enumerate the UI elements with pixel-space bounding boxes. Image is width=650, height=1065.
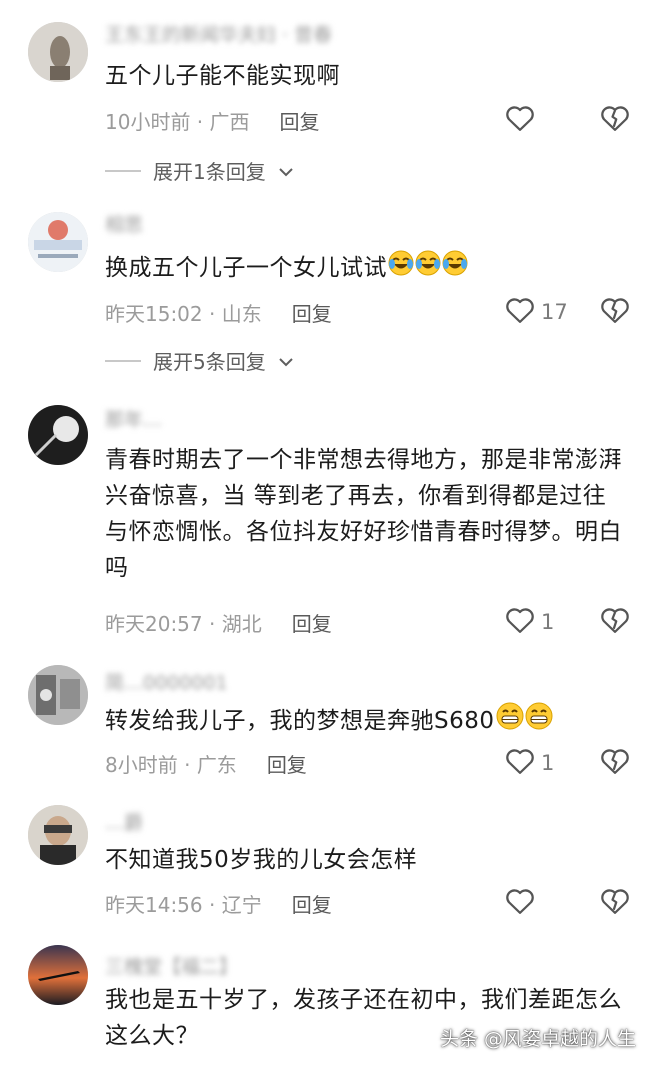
heart-outline-icon	[505, 296, 535, 328]
expand-label: 展开1条回复	[153, 160, 266, 184]
comment-text: 转发给我儿子，我的梦想是奔驰S680	[105, 702, 625, 741]
avatar[interactable]	[28, 405, 88, 465]
chevron-down-icon	[278, 159, 294, 183]
heart-outline-icon	[505, 606, 535, 638]
comment-location: 山东	[221, 302, 262, 326]
heart-outline-icon	[505, 887, 535, 919]
like-button[interactable]: 17	[505, 296, 568, 328]
comment-time: 昨天20:57	[105, 612, 203, 636]
like-count: 17	[541, 300, 568, 324]
reply-button[interactable]: 回复	[292, 893, 332, 917]
broken-heart-icon	[600, 889, 630, 919]
comment-location: 辽宁	[221, 893, 262, 917]
broken-heart-icon	[600, 608, 630, 638]
broken-heart-icon	[600, 298, 630, 328]
avatar[interactable]	[28, 212, 88, 272]
comment-time: 10小时前	[105, 110, 191, 134]
dislike-button[interactable]	[600, 104, 630, 136]
comment-meta: 10小时前 · 广西 回复	[105, 110, 320, 134]
grinning-emoji	[496, 702, 524, 741]
comment-username[interactable]: 三槐堂【福二】	[105, 952, 238, 979]
expand-replies-button[interactable]: 展开1条回复	[105, 156, 294, 185]
like-count: 1	[541, 751, 555, 775]
comment-text: 换成五个儿子一个女儿试试	[105, 250, 625, 287]
dislike-button[interactable]	[600, 747, 630, 779]
comment-meta: 昨天14:56 · 辽宁 回复	[105, 893, 332, 917]
comment-username[interactable]: …爵	[105, 808, 143, 835]
tears-of-joy-emoji	[442, 250, 468, 287]
comment-text-content: 转发给我儿子，我的梦想是奔驰S680	[105, 708, 495, 734]
like-button[interactable]: 1	[505, 747, 554, 779]
comment-text: 不知道我50岁我的儿女会怎样	[105, 847, 418, 873]
comment-username[interactable]: 那年…	[105, 405, 162, 432]
broken-heart-icon	[600, 106, 630, 136]
comment-text: 五个儿子能不能实现啊	[105, 63, 340, 89]
expand-replies-button[interactable]: 展开5条回复	[105, 346, 294, 375]
heart-outline-icon	[505, 747, 535, 779]
comment-username[interactable]: 简…0000001	[105, 668, 228, 695]
comment-meta: 昨天20:57 · 湖北 回复	[105, 612, 332, 636]
comment-time: 8小时前	[105, 753, 178, 777]
tears-of-joy-emoji	[415, 250, 441, 287]
reply-button[interactable]: 回复	[292, 302, 332, 326]
chevron-down-icon	[278, 349, 294, 373]
comment-location: 广西	[209, 110, 250, 134]
comment-time: 昨天14:56	[105, 893, 203, 917]
like-button[interactable]	[505, 104, 535, 136]
grinning-emoji	[525, 702, 553, 741]
like-button[interactable]	[505, 887, 535, 919]
dislike-button[interactable]	[600, 606, 630, 638]
reply-button[interactable]: 回复	[292, 612, 332, 636]
heart-outline-icon	[505, 104, 535, 136]
expand-divider	[105, 359, 141, 362]
avatar[interactable]	[28, 665, 88, 725]
like-count: 1	[541, 610, 555, 634]
dislike-button[interactable]	[600, 887, 630, 919]
comment-username[interactable]: 相思	[105, 210, 143, 237]
broken-heart-icon	[600, 749, 630, 779]
dislike-button[interactable]	[600, 296, 630, 328]
comment-meta: 昨天15:02 · 山东 回复	[105, 302, 332, 326]
reply-button[interactable]: 回复	[280, 110, 320, 134]
tears-of-joy-emoji	[388, 250, 414, 287]
comment-meta: 8小时前 · 广东 回复	[105, 753, 307, 777]
comment-time: 昨天15:02	[105, 302, 203, 326]
comment-location: 湖北	[221, 612, 262, 636]
reply-button[interactable]: 回复	[267, 753, 307, 777]
expand-label: 展开5条回复	[153, 350, 266, 374]
watermark: 头条 @风姿卓越的人生	[439, 1028, 636, 1050]
avatar[interactable]	[28, 945, 88, 1005]
like-button[interactable]: 1	[505, 606, 554, 638]
comment-text-content: 换成五个儿子一个女儿试试	[105, 255, 387, 281]
comment-location: 广东	[196, 753, 237, 777]
avatar[interactable]	[28, 22, 88, 82]
expand-divider	[105, 169, 141, 172]
avatar[interactable]	[28, 805, 88, 865]
comment-text: 青春时期去了一个非常想去得地方，那是非常澎湃兴奋惊喜，当 等到老了再去，你看到得…	[105, 447, 622, 581]
comment-username[interactable]: 王东王的新闻华夫妇 · 昔春	[105, 20, 332, 47]
